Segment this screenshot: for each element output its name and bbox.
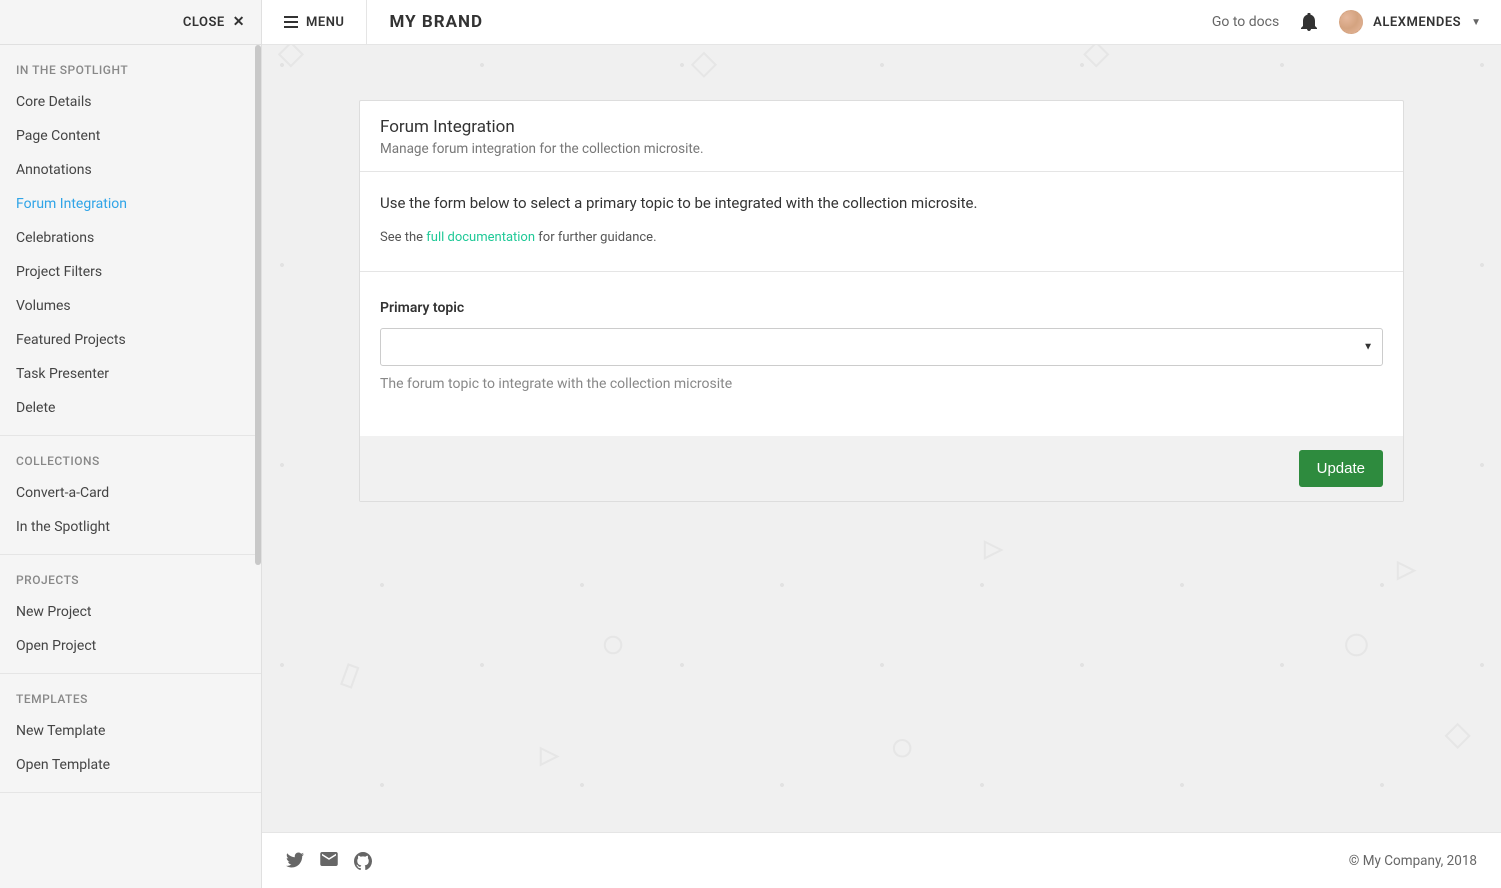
menu-icon bbox=[284, 16, 298, 28]
sidebar-item-page-content[interactable]: Page Content bbox=[0, 119, 261, 153]
primary-topic-label: Primary topic bbox=[380, 300, 1383, 316]
content-area: Forum Integration Manage forum integrati… bbox=[262, 45, 1501, 832]
close-sidebar-button[interactable]: CLOSE ✕ bbox=[0, 0, 261, 45]
sidebar-item-convert-a-card[interactable]: Convert-a-Card bbox=[0, 476, 261, 510]
github-icon[interactable] bbox=[354, 852, 372, 870]
info-sub: See the full documentation for further g… bbox=[380, 230, 1383, 245]
sidebar-item-in-the-spotlight[interactable]: In the Spotlight bbox=[0, 510, 261, 544]
sidebar-scroll: IN THE SPOTLIGHT Core Details Page Conte… bbox=[0, 45, 261, 888]
info-prefix: See the bbox=[380, 230, 426, 245]
card-footer: Update bbox=[360, 436, 1403, 501]
card-subtitle: Manage forum integration for the collect… bbox=[380, 141, 1383, 157]
menu-label: MENU bbox=[306, 15, 344, 30]
twitter-icon[interactable] bbox=[286, 852, 304, 870]
sidebar-item-delete[interactable]: Delete bbox=[0, 391, 261, 425]
close-icon: ✕ bbox=[233, 14, 245, 30]
divider bbox=[0, 792, 261, 793]
sidebar-item-project-filters[interactable]: Project Filters bbox=[0, 255, 261, 289]
full-documentation-link[interactable]: full documentation bbox=[426, 230, 535, 245]
menu-button[interactable]: MENU bbox=[262, 0, 367, 45]
docs-link[interactable]: Go to docs bbox=[1212, 14, 1279, 30]
footer: © My Company, 2018 bbox=[262, 832, 1501, 888]
sidebar-item-open-project[interactable]: Open Project bbox=[0, 629, 261, 663]
sidebar-section-header: IN THE SPOTLIGHT bbox=[0, 45, 261, 85]
sidebar-item-core-details[interactable]: Core Details bbox=[0, 85, 261, 119]
form-help-text: The forum topic to integrate with the co… bbox=[380, 376, 1383, 392]
sidebar-item-volumes[interactable]: Volumes bbox=[0, 289, 261, 323]
card-header: Forum Integration Manage forum integrati… bbox=[360, 101, 1403, 172]
sidebar: CLOSE ✕ IN THE SPOTLIGHT Core Details Pa… bbox=[0, 0, 262, 888]
chevron-down-icon: ▼ bbox=[1471, 17, 1481, 28]
info-suffix: for further guidance. bbox=[535, 230, 656, 245]
settings-card: Forum Integration Manage forum integrati… bbox=[359, 100, 1404, 502]
primary-topic-select[interactable] bbox=[380, 328, 1383, 366]
close-label: CLOSE bbox=[183, 15, 225, 30]
card-form: Primary topic ▼ The forum topic to integ… bbox=[360, 272, 1403, 436]
sidebar-item-celebrations[interactable]: Celebrations bbox=[0, 221, 261, 255]
topbar: MENU MY BRAND Go to docs ALEXMENDES ▼ bbox=[262, 0, 1501, 45]
card-info: Use the form below to select a primary t… bbox=[360, 172, 1403, 272]
sidebar-item-featured-projects[interactable]: Featured Projects bbox=[0, 323, 261, 357]
info-text: Use the form below to select a primary t… bbox=[380, 194, 1383, 212]
sidebar-item-new-project[interactable]: New Project bbox=[0, 595, 261, 629]
bell-icon[interactable] bbox=[1301, 13, 1317, 31]
user-menu[interactable]: ALEXMENDES ▼ bbox=[1339, 10, 1481, 34]
sidebar-item-new-template[interactable]: New Template bbox=[0, 714, 261, 748]
sidebar-section-header: TEMPLATES bbox=[0, 674, 261, 714]
brand-title[interactable]: MY BRAND bbox=[367, 12, 505, 32]
username: ALEXMENDES bbox=[1373, 15, 1461, 30]
email-icon[interactable] bbox=[320, 852, 338, 870]
sidebar-item-forum-integration[interactable]: Forum Integration bbox=[0, 187, 261, 221]
avatar bbox=[1339, 10, 1363, 34]
update-button[interactable]: Update bbox=[1299, 450, 1383, 487]
sidebar-section-header: PROJECTS bbox=[0, 555, 261, 595]
sidebar-item-annotations[interactable]: Annotations bbox=[0, 153, 261, 187]
sidebar-section-header: COLLECTIONS bbox=[0, 436, 261, 476]
copyright: © My Company, 2018 bbox=[1349, 853, 1477, 869]
card-title: Forum Integration bbox=[380, 117, 1383, 137]
scrollbar[interactable] bbox=[255, 45, 261, 565]
sidebar-item-task-presenter[interactable]: Task Presenter bbox=[0, 357, 261, 391]
sidebar-item-open-template[interactable]: Open Template bbox=[0, 748, 261, 782]
